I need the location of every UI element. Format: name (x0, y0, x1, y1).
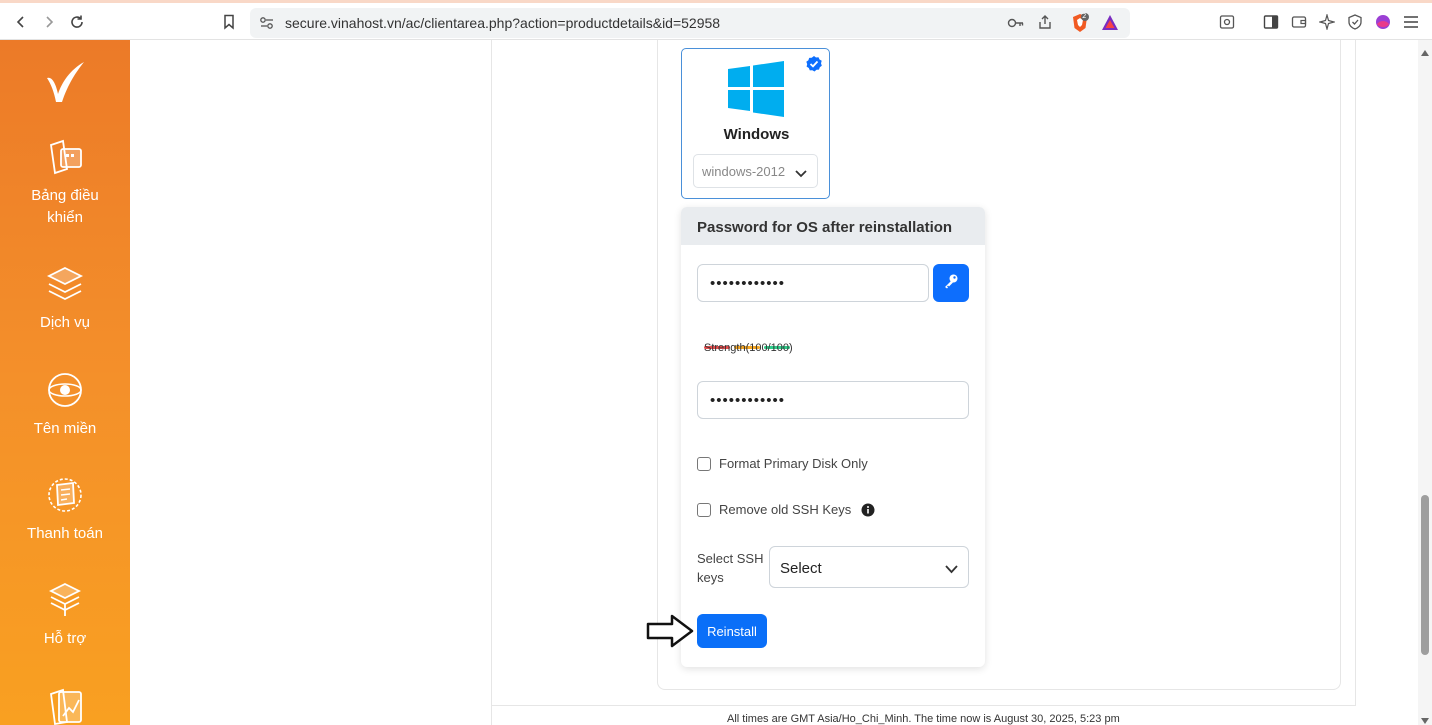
brave-shield-icon[interactable]: 2 (1070, 12, 1090, 38)
os-version-select[interactable]: windows-2012 (693, 154, 818, 188)
chevron-down-icon (795, 166, 807, 181)
sidebar-item-label: Bảng điều khiển (31, 187, 99, 226)
format-disk-option[interactable]: Format Primary Disk Only (697, 456, 868, 471)
support-icon (45, 580, 85, 620)
reinstall-button[interactable]: Reinstall (697, 614, 767, 648)
shield-count: 2 (1082, 12, 1087, 20)
vpn-icon[interactable] (1345, 12, 1365, 32)
chart-icon (45, 686, 85, 725)
selected-check-icon (805, 55, 823, 73)
sidebar-item-dashboard[interactable]: Bảng điều khiển (0, 137, 130, 229)
ssh-keys-label: Select SSH keys (697, 551, 764, 585)
sidebar-item-billing[interactable]: Thanh toán (0, 475, 130, 545)
domain-icon (45, 370, 85, 410)
sidebar: Bảng điều khiển Dịch vụ Tên miền Thanh t… (0, 40, 130, 725)
ssh-keys-select-value: Select (780, 560, 822, 577)
reader-icon[interactable] (1217, 12, 1237, 32)
password-card: Password for OS after reinstallation •••… (681, 207, 985, 667)
brave-rewards-icon[interactable] (1101, 14, 1119, 37)
scroll-up-icon[interactable] (1420, 44, 1430, 56)
sidebar-item-label: Tên miền (33, 420, 97, 437)
format-disk-checkbox[interactable] (697, 456, 711, 471)
key-icon[interactable] (1007, 16, 1025, 35)
sidebar-item-label: Dịch vụ (39, 314, 91, 331)
leo-icon[interactable] (1317, 12, 1337, 32)
remove-ssh-checkbox[interactable] (697, 502, 711, 517)
footer-time-text: All times are GMT Asia/Ho_Chi_Minh. The … (727, 713, 1120, 725)
site-settings-icon[interactable] (259, 16, 275, 35)
url-text[interactable]: secure.vinahost.vn/ac/clientarea.php?act… (285, 15, 720, 31)
windows-logo-icon (728, 61, 784, 117)
scroll-down-icon[interactable] (1420, 712, 1430, 724)
os-name: Windows (723, 126, 790, 143)
footer-divider (492, 705, 1356, 706)
sidebar-icon[interactable] (1261, 12, 1281, 32)
sidebar-item-services[interactable]: Dịch vụ (0, 264, 130, 334)
address-bar[interactable]: secure.vinahost.vn/ac/clientarea.php?act… (250, 8, 1130, 38)
key-icon (943, 273, 959, 294)
confirm-password-input[interactable]: •••••••••••• (697, 381, 969, 419)
reload-icon[interactable] (66, 11, 88, 33)
browser-toolbar: secure.vinahost.vn/ac/clientarea.php?act… (0, 0, 1432, 40)
billing-icon (45, 475, 85, 515)
scrollbar-thumb[interactable] (1421, 495, 1429, 655)
share-icon[interactable] (1037, 14, 1053, 35)
password-strength-text: Strength(100/100) (704, 342, 793, 354)
password-input[interactable]: •••••••••••• (697, 264, 929, 302)
bookmark-icon[interactable] (218, 11, 240, 33)
remove-ssh-option[interactable]: Remove old SSH Keys (697, 502, 875, 517)
os-option-windows[interactable]: Windows windows-2012 (681, 48, 830, 199)
password-card-title: Password for OS after reinstallation (681, 207, 985, 245)
sidebar-item-domain[interactable]: Tên miền (0, 370, 130, 440)
content-border-left (491, 40, 492, 725)
ssh-keys-select[interactable]: Select (769, 546, 969, 588)
info-icon[interactable] (861, 503, 875, 517)
content-border-right (1355, 40, 1356, 705)
vinahost-logo[interactable] (44, 60, 86, 104)
remove-ssh-label: Remove old SSH Keys (719, 502, 852, 517)
format-disk-label: Format Primary Disk Only (719, 456, 868, 471)
chevron-down-icon (945, 561, 958, 578)
sidebar-item-label: Thanh toán (27, 525, 103, 542)
wallet-icon[interactable] (1289, 12, 1309, 32)
dashboard-icon (45, 137, 85, 177)
services-icon (45, 264, 85, 304)
arrow-right-icon (646, 614, 694, 648)
back-icon[interactable] (10, 11, 32, 33)
profile-icon[interactable] (1373, 12, 1393, 32)
forward-icon[interactable] (38, 11, 60, 33)
generate-password-button[interactable] (933, 264, 969, 302)
menu-icon[interactable] (1401, 12, 1421, 32)
os-version-value: windows-2012 (702, 164, 786, 179)
sidebar-item-label: Hỗ trợ (43, 630, 87, 647)
sidebar-item-more[interactable] (0, 686, 130, 725)
sidebar-item-support[interactable]: Hỗ trợ (0, 580, 130, 650)
